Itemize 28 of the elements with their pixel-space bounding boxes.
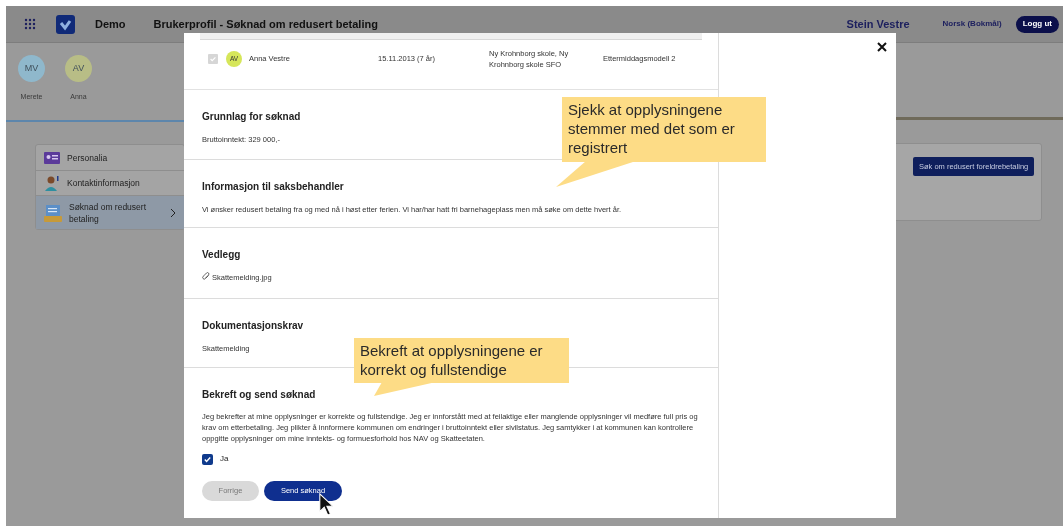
section-heading: Bekreft og send søknad [202,388,316,402]
callout-note: Bekreft at opplysningene er korrekt og fullstendige [354,338,569,396]
child-checkbox[interactable] [208,54,218,64]
consent-checkbox[interactable] [202,453,213,465]
user-name: Stein Vestre [846,16,910,32]
section-heading: Grunnlag for søknad [202,110,301,124]
section-heading: Informasjon til saksbehandler [202,180,344,194]
app-grid-icon[interactable] [24,18,36,30]
page-title: Brukerprofil - Søknad om redusert betaling [153,16,378,32]
document-icon [44,203,62,222]
callout-note: Sjekk at opplysningene stemmer med det som er registrert [556,97,766,187]
callout-tail-icon [556,161,636,187]
logout-button[interactable]: Logg ut [1015,15,1059,33]
avatar[interactable]: AV [65,55,92,82]
logo-icon [56,14,75,34]
avatar[interactable]: MV [18,55,45,82]
id-card-icon [44,151,60,164]
checkbox-label: Ja [220,453,229,465]
paperclip-icon [202,272,210,281]
close-button[interactable] [876,41,888,53]
language-selector[interactable]: Norsk (Bokmål) [942,18,1002,30]
chevron-right-icon [170,207,176,218]
app-name: Demo [95,16,126,32]
sidebar-item[interactable]: Personalia [36,145,184,170]
section-heading: Dokumentasjonskrav [202,319,304,333]
sidebar-item[interactable]: Søknad om redusert betaling [36,195,184,229]
person-info-icon [44,175,60,191]
section-heading: Vedlegg [202,248,241,262]
